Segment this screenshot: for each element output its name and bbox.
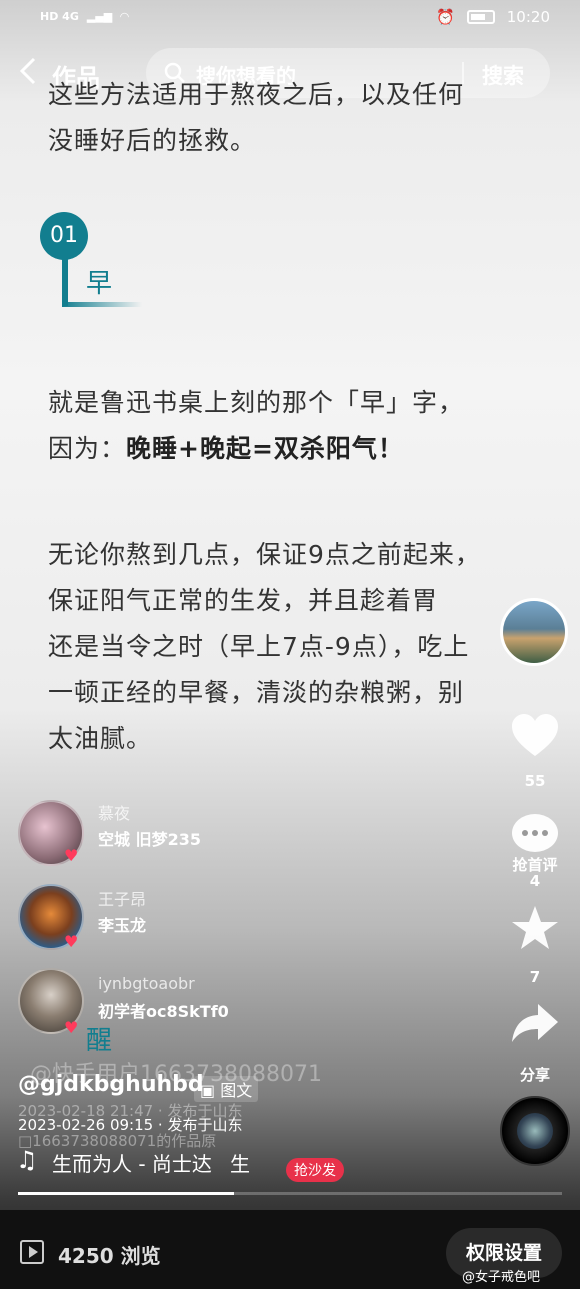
intro-paragraph: 这些方法适用于熬夜之后，以及任何 没睡好后的拯救。 bbox=[48, 72, 464, 164]
clock: 10:20 bbox=[506, 8, 550, 26]
like-count: 55 bbox=[524, 772, 546, 790]
paragraph-2-line: 无论你熬到几点，保证9点之前起来， bbox=[48, 540, 481, 569]
section-marker-base bbox=[62, 302, 142, 307]
search-button[interactable]: 搜索 bbox=[482, 60, 524, 90]
progress-fill bbox=[18, 1192, 234, 1195]
paragraph-2-line: 一顿正经的早餐，清淡的杂粮粥，别 bbox=[48, 678, 465, 707]
intro-line-1: 这些方法适用于熬夜之后，以及任何 bbox=[48, 80, 465, 109]
heart-icon: ♥ bbox=[64, 932, 79, 951]
paragraph-2-line: 还是当令之时（早上7点-9点），吃上 bbox=[48, 632, 470, 661]
image-icon: ▣ bbox=[200, 1081, 221, 1100]
comment-user-name[interactable]: 空城 旧梦235 bbox=[98, 826, 201, 850]
reason-prefix: 因为： bbox=[48, 434, 127, 463]
network-indicators: HD 4G ▂▄▆ ◠ bbox=[40, 10, 129, 23]
intro-line-2: 没睡好后的拯救。 bbox=[48, 126, 257, 155]
share-icon[interactable] bbox=[510, 1000, 560, 1046]
wifi-icon: ◠ bbox=[120, 10, 129, 23]
heart-icon: ♥ bbox=[64, 846, 79, 865]
section-2-label: 醒 bbox=[86, 1026, 113, 1056]
author-name[interactable]: @gjdkbghuhbd bbox=[18, 1072, 204, 1097]
music-title-text: 生而为人 - 尚士达 bbox=[52, 1152, 212, 1176]
music-title-tail: 生 bbox=[229, 1152, 250, 1176]
paragraph-2-line: 太油腻。 bbox=[48, 724, 153, 753]
comment-top-name: 慕夜 bbox=[98, 804, 131, 823]
music-note-icon: ♫ bbox=[16, 1146, 38, 1174]
alarm-icon: ⏰ bbox=[436, 8, 455, 26]
heart-icon[interactable] bbox=[510, 712, 560, 760]
paragraph-1: 就是鲁迅书桌上刻的那个「早」字， 因为：晚睡+晚起=双杀阳气！ bbox=[48, 380, 464, 472]
sofa-badge[interactable]: 抢沙发 bbox=[286, 1158, 344, 1182]
chevron-left-icon bbox=[19, 57, 36, 85]
tag-label: 图文 bbox=[220, 1081, 253, 1100]
comment-count: 4 bbox=[529, 872, 541, 890]
section-number: 01 bbox=[40, 212, 88, 260]
battery-icon bbox=[466, 10, 495, 24]
network-label: HD 4G bbox=[40, 10, 79, 23]
music-title[interactable]: 生而为人 - 尚士达生 bbox=[52, 1148, 250, 1177]
music-disc-cover bbox=[517, 1113, 553, 1149]
back-button[interactable] bbox=[18, 56, 48, 90]
section-marker-stem bbox=[62, 256, 68, 306]
image-text-tag: ▣ 图文 bbox=[194, 1076, 259, 1102]
paragraph-1-line-2: 因为：晚睡+晚起=双杀阳气！ bbox=[48, 426, 464, 472]
comment-user-name[interactable]: 初学者oc8SkTf0 bbox=[98, 998, 229, 1022]
favorite-count: 7 bbox=[529, 968, 541, 986]
watermark: @女子戒色吧 bbox=[462, 1270, 541, 1285]
comment-icon[interactable] bbox=[510, 812, 560, 858]
share-label: 分享 bbox=[519, 1066, 550, 1084]
paragraph-2: 无论你熬到几点，保证9点之前起来， 保证阳气正常的生发，并且趁着胃 还是当令之时… bbox=[48, 532, 481, 762]
play-icon bbox=[20, 1240, 44, 1264]
status-bar: HD 4G ▂▄▆ ◠ ⏰ 10:20 bbox=[0, 0, 580, 40]
paragraph-2-line: 保证阳气正常的生发，并且趁着胃 bbox=[48, 586, 439, 615]
view-count: 4250 浏览 bbox=[58, 1244, 161, 1268]
paragraph-1-line-1: 就是鲁迅书桌上刻的那个「早」字， bbox=[48, 388, 465, 417]
heart-icon: ♥ bbox=[64, 1018, 79, 1037]
section-label: 早 bbox=[86, 269, 113, 299]
star-icon[interactable] bbox=[510, 904, 560, 952]
reason-bold: 晚睡+晚起=双杀阳气！ bbox=[126, 434, 404, 463]
comment-top-name: iynbgtoaobr bbox=[98, 974, 195, 993]
comment-user-name[interactable]: 李玉龙 bbox=[98, 912, 146, 936]
author-avatar[interactable] bbox=[500, 598, 568, 666]
status-right: ⏰ 10:20 bbox=[436, 8, 550, 26]
signal-icon: ▂▄▆ bbox=[86, 10, 113, 23]
comment-top-name: 王子昂 bbox=[98, 890, 147, 909]
